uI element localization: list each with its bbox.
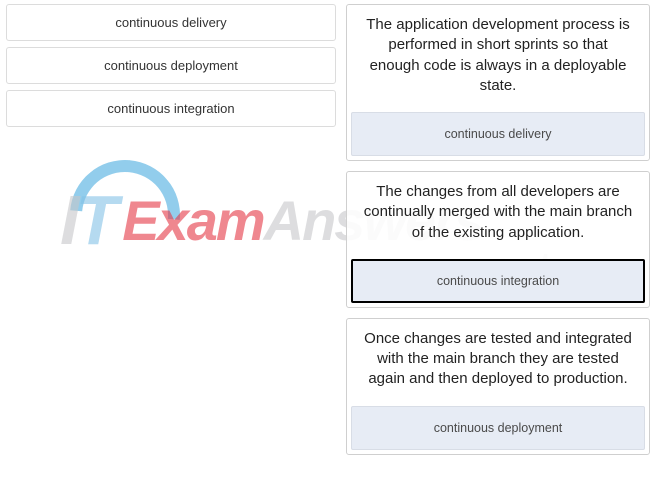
- source-label: continuous integration: [107, 101, 234, 116]
- definition-text: Once changes are tested and integrated w…: [347, 319, 649, 402]
- definition-text: The changes from all developers are cont…: [347, 172, 649, 255]
- watermark-ring: [48, 138, 203, 293]
- match-card: Once changes are tested and integrated w…: [346, 318, 650, 455]
- drag-sources-column: continuous delivery continuous deploymen…: [6, 4, 336, 133]
- drop-targets-column: The application development process is p…: [346, 4, 650, 465]
- drag-source-item[interactable]: continuous delivery: [6, 4, 336, 41]
- match-card: The changes from all developers are cont…: [346, 171, 650, 308]
- drag-source-item[interactable]: continuous deployment: [6, 47, 336, 84]
- drop-zone-answer: continuous integration: [437, 274, 559, 288]
- source-label: continuous delivery: [115, 15, 226, 30]
- drop-zone[interactable]: continuous delivery: [351, 112, 645, 156]
- drop-zone[interactable]: continuous integration: [351, 259, 645, 303]
- definition-text: The application development process is p…: [347, 5, 649, 108]
- drop-zone-answer: continuous deployment: [434, 421, 563, 435]
- drop-zone-answer: continuous delivery: [444, 127, 551, 141]
- drag-source-item[interactable]: continuous integration: [6, 90, 336, 127]
- match-card: The application development process is p…: [346, 4, 650, 161]
- drop-zone[interactable]: continuous deployment: [351, 406, 645, 450]
- source-label: continuous deployment: [104, 58, 238, 73]
